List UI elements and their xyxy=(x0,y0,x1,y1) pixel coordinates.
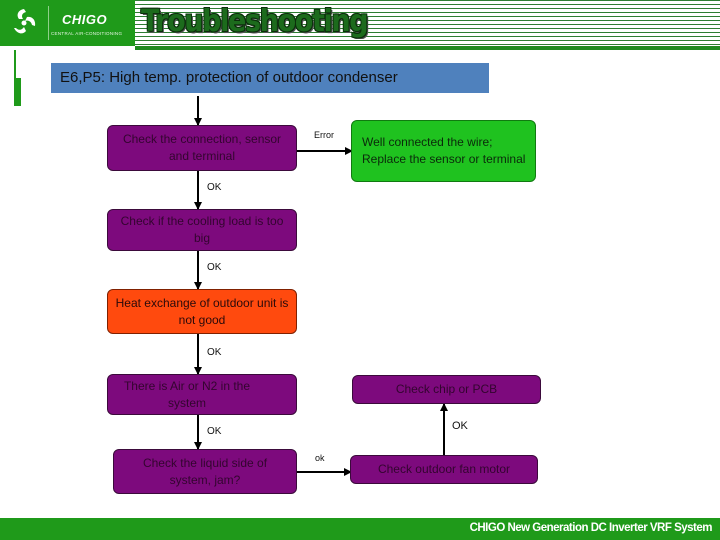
edge-label-ok3: OK xyxy=(207,347,222,358)
node-well-connected: Well connected the wire; Replace the sen… xyxy=(351,120,536,182)
edge-label-ok2: OK xyxy=(207,262,222,273)
edge-label-ok-up: OK xyxy=(452,420,468,432)
edge-label-ok-lower: ok xyxy=(315,453,325,463)
edge-label-error: Error xyxy=(314,130,334,140)
node-check-connection: Check the connection, sensor and termina… xyxy=(107,125,297,171)
left-accent-bar xyxy=(14,78,21,106)
logo-divider xyxy=(48,6,49,40)
footer-bar: CHIGO New Generation DC Inverter VRF Sys… xyxy=(0,518,720,540)
node-liquid-side: Check the liquid side of system, jam? xyxy=(113,449,297,494)
header-underline xyxy=(135,46,720,50)
node-cooling-load: Check if the cooling load is too big xyxy=(107,209,297,251)
page-title: Troubleshooting xyxy=(141,4,369,39)
header: CHIGO CENTRAL AIR-CONDITIONING Troublesh… xyxy=(0,0,720,50)
logo-block: CHIGO CENTRAL AIR-CONDITIONING xyxy=(0,0,135,46)
node-fan-motor: Check outdoor fan motor xyxy=(350,455,538,484)
brand-subtitle: CENTRAL AIR-CONDITIONING xyxy=(51,31,123,36)
node-heat-exchange: Heat exchange of outdoor unit is not goo… xyxy=(107,289,297,334)
edge-label-ok1: OK xyxy=(207,182,222,193)
error-code-heading: E6,P5: High temp. protection of outdoor … xyxy=(51,63,489,93)
footer-text: CHIGO New Generation DC Inverter VRF Sys… xyxy=(469,522,713,534)
chigo-swirl-logo-icon xyxy=(14,9,36,34)
node-chip-pcb: Check chip or PCB xyxy=(352,375,541,404)
edge-label-ok4: OK xyxy=(207,426,222,437)
brand-name: CHIGO xyxy=(62,12,108,27)
node-air-n2: There is Air or N2 in the system xyxy=(107,374,297,415)
